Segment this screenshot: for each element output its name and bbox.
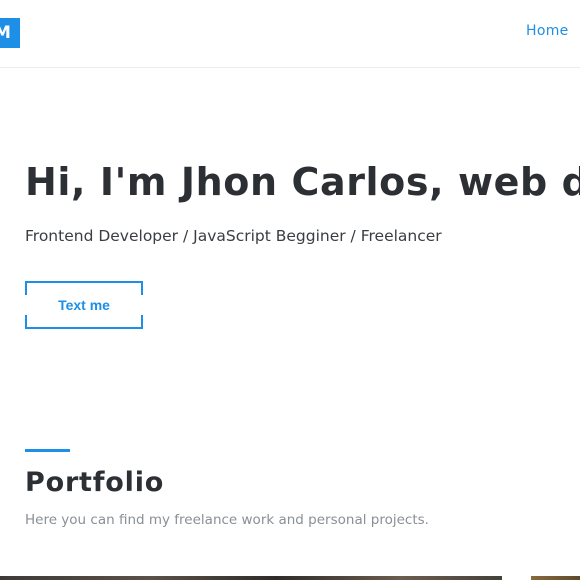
text-me-label: Text me <box>58 297 110 313</box>
portfolio-subtitle: Here you can find my freelance work and … <box>25 512 429 528</box>
portfolio-thumbnail[interactable] <box>0 576 502 580</box>
logo-letter: M <box>0 23 11 43</box>
site-logo[interactable]: M <box>0 18 20 48</box>
portfolio-title: Portfolio <box>25 467 165 498</box>
section-accent-bar <box>25 449 70 452</box>
portfolio-thumbnail[interactable] <box>531 576 580 580</box>
page: M Home Hi, I'm Jhon Carlos, web develope… <box>0 0 580 580</box>
text-me-button[interactable]: Text me <box>25 281 143 329</box>
site-header: M Home <box>0 0 580 68</box>
nav-link-home[interactable]: Home <box>526 23 569 39</box>
hero-subtitle: Frontend Developer / JavaScript Begginer… <box>25 227 442 245</box>
button-frame-bottom <box>25 315 143 329</box>
hero-title: Hi, I'm Jhon Carlos, web developer <box>25 160 580 204</box>
button-frame-top <box>25 281 143 295</box>
